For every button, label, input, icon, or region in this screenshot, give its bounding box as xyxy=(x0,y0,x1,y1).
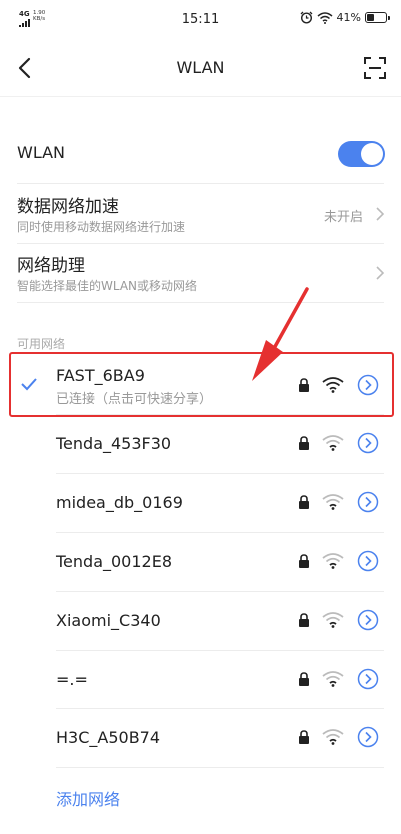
network-ssid: Tenda_453F30 xyxy=(56,434,172,453)
battery-percent: 41% xyxy=(336,11,361,24)
divider xyxy=(17,183,384,184)
network-details-icon[interactable] xyxy=(357,432,379,454)
lock-icon xyxy=(299,436,309,450)
page-title: WLAN xyxy=(176,58,225,77)
highlight-box xyxy=(9,352,394,417)
lock-icon xyxy=(299,672,309,686)
wifi-signal-icon xyxy=(322,435,344,451)
divider xyxy=(17,243,384,244)
network-ssid: Xiaomi_C340 xyxy=(56,611,161,630)
network-row[interactable]: Tenda_453F30 xyxy=(0,415,401,473)
wifi-signal-icon xyxy=(322,494,344,510)
network-details-icon[interactable] xyxy=(357,726,379,748)
wifi-signal-icon xyxy=(322,553,344,569)
wifi-signal-icon xyxy=(322,671,344,687)
network-ssid: midea_db_0169 xyxy=(56,493,183,512)
network-ssid: Tenda_0012E8 xyxy=(56,552,173,571)
network-ssid: =.= xyxy=(56,670,88,689)
wlan-toggle-row: WLAN xyxy=(0,124,401,182)
lock-icon xyxy=(299,495,309,509)
lock-icon xyxy=(299,613,309,627)
network-row[interactable]: midea_db_0169 xyxy=(0,474,401,532)
battery-icon xyxy=(365,12,390,23)
status-bar: 4G 1.90 KB/s 15:11 41% xyxy=(0,0,401,40)
setting-subtitle: 同时使用移动数据网络进行加速 xyxy=(17,220,186,234)
network-row[interactable]: Tenda_0012E8 xyxy=(0,533,401,591)
network-assistant-row[interactable]: 网络助理 智能选择最佳的WLAN或移动网络 xyxy=(0,245,401,303)
network-row[interactable]: Xiaomi_C340 xyxy=(0,592,401,650)
alarm-icon xyxy=(300,11,313,24)
wifi-signal-icon xyxy=(322,729,344,745)
network-details-icon[interactable] xyxy=(357,491,379,513)
wlan-label: WLAN xyxy=(17,143,66,162)
network-row[interactable]: H3C_A50B74 xyxy=(0,709,401,767)
chevron-right-icon xyxy=(376,207,385,221)
network-details-icon[interactable] xyxy=(357,668,379,690)
data-acceleration-row[interactable]: 数据网络加速 同时使用移动数据网络进行加速 未开启 xyxy=(0,186,401,244)
wifi-icon xyxy=(317,11,333,24)
status-icons: 41% xyxy=(300,11,390,24)
wifi-signal-icon xyxy=(322,612,344,628)
app-header: WLAN xyxy=(0,40,401,97)
available-networks-label: 可用网络 xyxy=(17,337,66,351)
battery-fill xyxy=(367,14,374,21)
setting-subtitle: 智能选择最佳的WLAN或移动网络 xyxy=(17,279,198,293)
chevron-right-icon xyxy=(376,266,385,280)
setting-value: 未开启 xyxy=(323,210,363,225)
network-details-icon[interactable] xyxy=(357,550,379,572)
setting-title: 数据网络加速 xyxy=(17,197,119,217)
divider xyxy=(56,767,384,768)
wlan-toggle-switch[interactable] xyxy=(338,141,385,167)
network-details-icon[interactable] xyxy=(357,609,379,631)
add-network-link[interactable]: 添加网络 xyxy=(56,786,120,810)
setting-title: 网络助理 xyxy=(17,256,85,276)
toggle-knob xyxy=(361,143,383,165)
network-row[interactable]: =.= xyxy=(0,651,401,709)
lock-icon xyxy=(299,554,309,568)
lock-icon xyxy=(299,730,309,744)
network-ssid: H3C_A50B74 xyxy=(56,728,161,747)
scan-icon[interactable] xyxy=(361,54,389,82)
divider xyxy=(17,302,384,303)
